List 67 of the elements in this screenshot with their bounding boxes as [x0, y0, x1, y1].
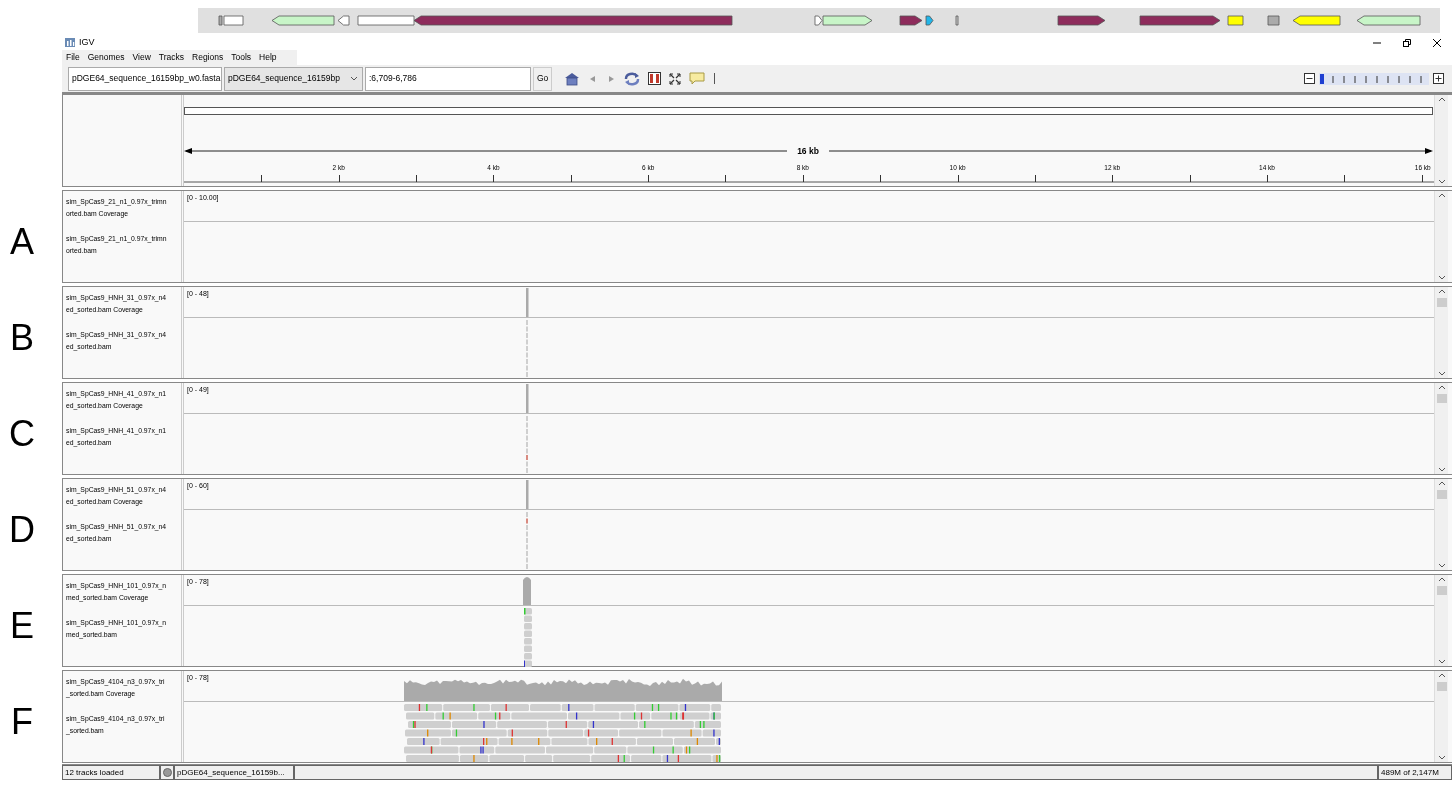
scroll-down-icon[interactable]	[1437, 371, 1446, 376]
scroll-down-icon[interactable]	[1437, 659, 1446, 664]
scroll-up-icon[interactable]	[1437, 97, 1446, 102]
menu-item[interactable]: View	[128, 51, 155, 64]
scroll-down-icon[interactable]	[1437, 563, 1446, 568]
scroll-down-icon[interactable]	[1437, 467, 1446, 472]
menu-item[interactable]: Regions	[188, 51, 228, 64]
span-label: 16 kb	[797, 146, 819, 156]
scrollbar[interactable]	[1434, 575, 1448, 666]
scroll-up-icon[interactable]	[1437, 577, 1446, 582]
menu-item[interactable]: File	[62, 51, 84, 64]
zoom-out-icon[interactable]	[1304, 73, 1315, 84]
scroll-thumb[interactable]	[1436, 394, 1447, 403]
scroll-up-icon[interactable]	[1437, 385, 1446, 390]
zoom-slider[interactable]	[1319, 72, 1429, 85]
scrollbar[interactable]	[1434, 671, 1448, 762]
panel-letter: B	[10, 320, 34, 356]
separator-icon	[713, 72, 717, 85]
refresh-icon[interactable]	[624, 71, 641, 86]
locus-field[interactable]: :6,709-6,786	[365, 66, 531, 91]
status-locus: pDGE64_sequence_16159b...	[174, 765, 294, 780]
restore-icon[interactable]	[1402, 37, 1412, 48]
scroll-down-icon[interactable]	[1437, 179, 1446, 184]
status-message: 12 tracks loaded	[62, 765, 160, 780]
scrollbar[interactable]	[1434, 383, 1448, 474]
region-icon[interactable]	[648, 72, 662, 85]
scroll-thumb[interactable]	[1436, 490, 1447, 499]
panel-letter: C	[9, 416, 35, 452]
scrollbar[interactable]	[1434, 479, 1448, 570]
menu-item[interactable]: Tools	[227, 51, 256, 64]
zoom-in-icon[interactable]	[1433, 73, 1444, 84]
dropdown[interactable]: pDGE64_sequence_16159bp_w0.fasta	[68, 66, 222, 91]
panel-letter: E	[10, 608, 34, 644]
scroll-down-icon[interactable]	[1437, 755, 1446, 760]
coverage-bar	[526, 384, 529, 413]
close-icon[interactable]	[1432, 37, 1442, 48]
menu-item[interactable]: Genomes	[83, 51, 129, 64]
panel-letter: F	[11, 704, 33, 740]
scrollbar[interactable]	[1434, 95, 1448, 186]
go-button[interactable]: Go	[533, 66, 553, 91]
memory-usage: 489M of 2,147M	[1378, 765, 1452, 780]
dropdown[interactable]: pDGE64_sequence_16159bp	[224, 66, 363, 91]
coverage-bar	[526, 288, 529, 317]
app-icon	[65, 38, 75, 47]
scroll-up-icon[interactable]	[1437, 673, 1446, 678]
zoom-thumb[interactable]	[1320, 73, 1324, 84]
coverage-peak	[523, 577, 531, 605]
scroll-down-icon[interactable]	[1437, 275, 1446, 280]
scroll-up-icon[interactable]	[1437, 289, 1446, 294]
read-stack	[524, 608, 532, 667]
scroll-thumb[interactable]	[1436, 682, 1447, 691]
home-icon[interactable]	[564, 71, 581, 86]
scroll-up-icon[interactable]	[1437, 193, 1446, 198]
scrollbar[interactable]	[1434, 287, 1448, 378]
scrollbar[interactable]	[1434, 191, 1448, 282]
expand-icon[interactable]	[669, 72, 682, 85]
panel-letter: D	[9, 512, 35, 548]
scroll-thumb[interactable]	[1436, 586, 1447, 595]
window-title: IGV	[79, 35, 95, 49]
status-icon	[163, 768, 172, 777]
menu-item[interactable]: Help	[255, 51, 281, 64]
scroll-up-icon[interactable]	[1437, 481, 1446, 486]
panel-letter: A	[10, 224, 34, 260]
chevron-down-icon	[350, 75, 358, 82]
coverage-bar	[526, 480, 529, 509]
menu-item[interactable]: Tracks	[154, 51, 189, 64]
scroll-thumb[interactable]	[1436, 298, 1447, 307]
